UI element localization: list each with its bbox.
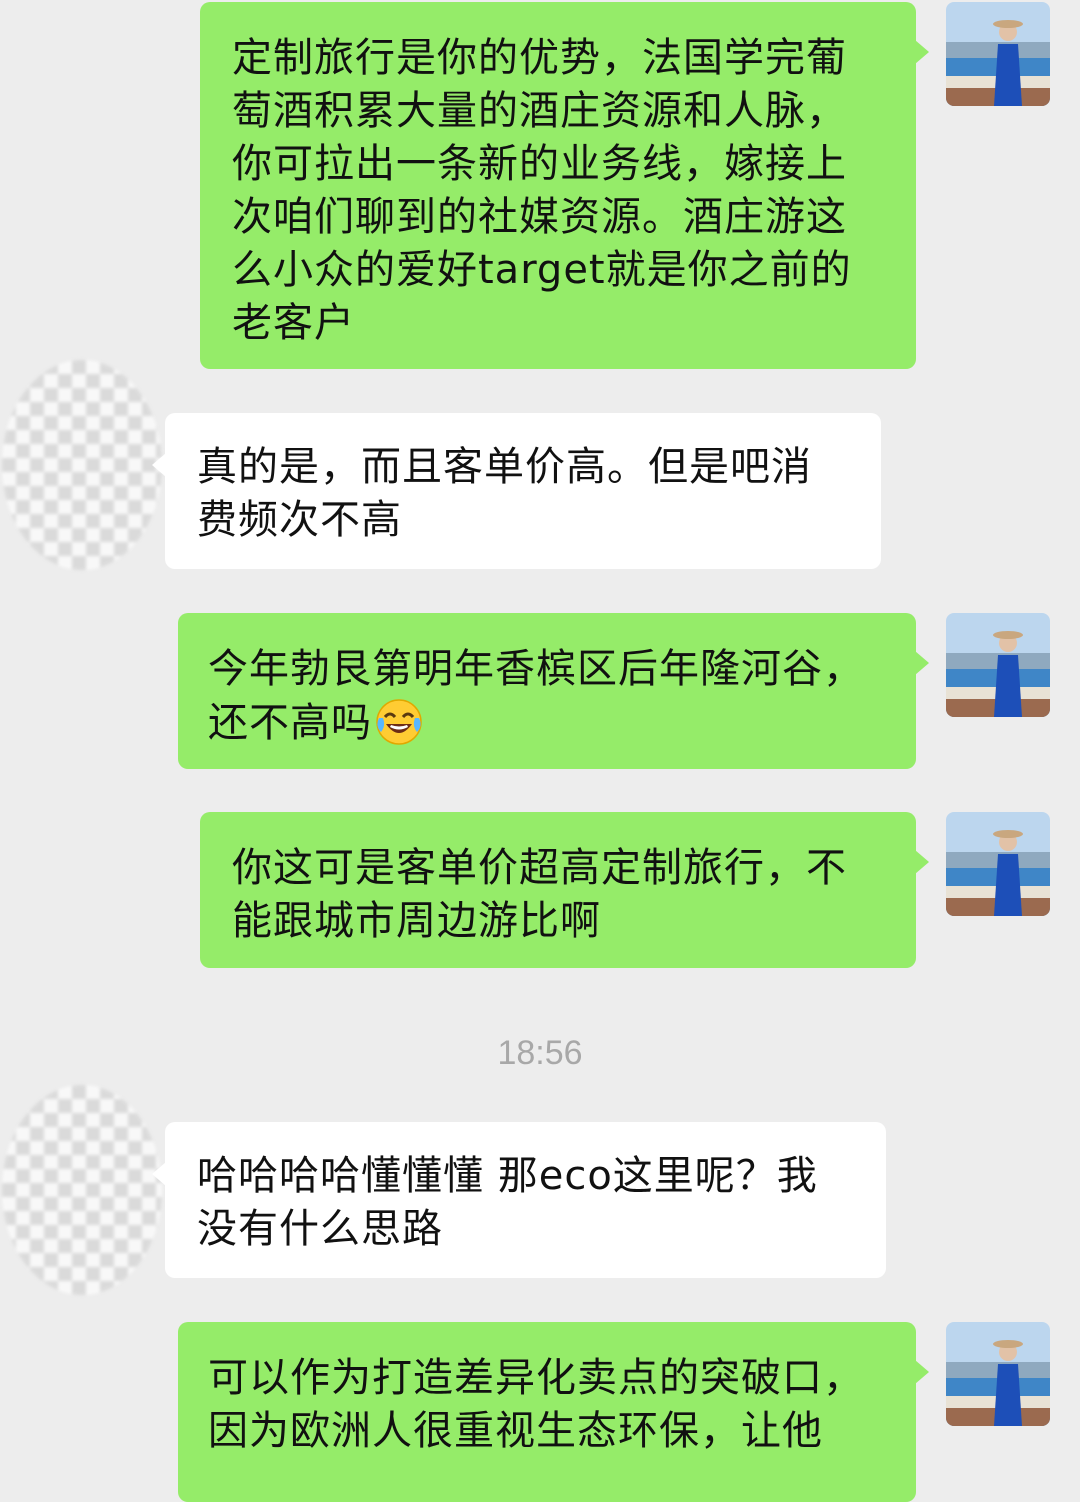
message-text: 你这可是客单价超高定制旅行，不能跟城市周边游比啊 [232, 845, 847, 944]
message-bubble-outgoing[interactable]: 定制旅行是你的优势，法国学完葡萄酒积累大量的酒庄资源和人脉，你可拉出一条新的业务… [200, 2, 929, 369]
my-avatar[interactable] [946, 613, 1050, 717]
message-bubble-outgoing[interactable]: 今年勃艮第明年香槟区后年隆河谷，还不高吗 [178, 613, 929, 769]
contact-avatar[interactable] [2, 1085, 162, 1295]
my-avatar[interactable] [946, 812, 1050, 916]
message-bubble-incoming[interactable]: 真的是，而且客单价高。但是吧消费频次不高 [152, 413, 881, 569]
my-avatar[interactable] [946, 1322, 1050, 1426]
avatar-photo-icon [946, 2, 1050, 106]
message-bubble-outgoing[interactable]: 你这可是客单价超高定制旅行，不能跟城市周边游比啊 [200, 812, 929, 968]
message-text: 哈哈哈哈懂懂懂 那eco这里呢？我没有什么思路 [197, 1153, 818, 1252]
message-text: 今年勃艮第明年香槟区后年隆河谷，还不高吗 [208, 646, 864, 746]
avatar-photo-icon [946, 613, 1050, 717]
avatar-photo-icon [946, 1322, 1050, 1426]
message-bubble-outgoing[interactable]: 可以作为打造差异化卖点的突破口，因为欧洲人很重视生态环保，让他 [178, 1322, 929, 1502]
my-avatar[interactable] [946, 2, 1050, 106]
message-timestamp: 18:56 [497, 1034, 583, 1072]
message-text: 真的是，而且客单价高。但是吧消费频次不高 [197, 444, 812, 543]
face-with-tears-of-joy-icon [376, 699, 422, 745]
message-text: 定制旅行是你的优势，法国学完葡萄酒积累大量的酒庄资源和人脉，你可拉出一条新的业务… [232, 35, 852, 346]
message-text: 可以作为打造差异化卖点的突破口，因为欧洲人很重视生态环保，让他 [208, 1355, 864, 1454]
avatar-photo-icon [946, 812, 1050, 916]
message-bubble-incoming[interactable]: 哈哈哈哈懂懂懂 那eco这里呢？我没有什么思路 [152, 1122, 886, 1278]
contact-avatar[interactable] [2, 360, 162, 570]
chat-window: 定制旅行是你的优势，法国学完葡萄酒积累大量的酒庄资源和人脉，你可拉出一条新的业务… [0, 0, 1080, 1502]
